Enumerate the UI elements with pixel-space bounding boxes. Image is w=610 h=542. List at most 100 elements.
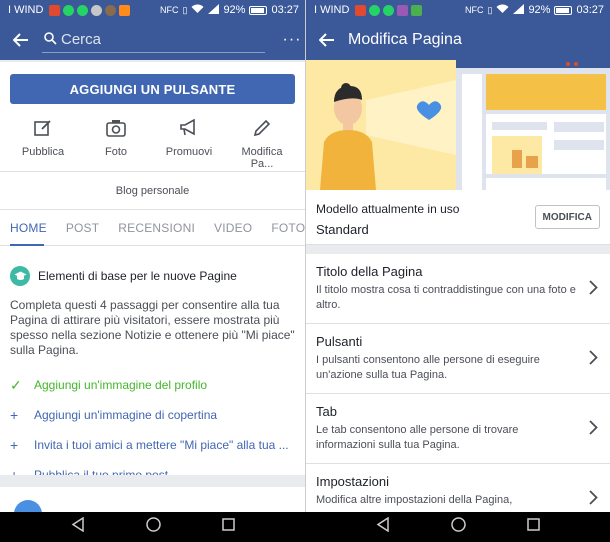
carrier-label: I WIND <box>8 4 44 16</box>
whatsapp-icon <box>383 4 395 16</box>
left-nav-buttons <box>0 512 305 542</box>
pencil-icon <box>229 116 295 140</box>
tab-home[interactable]: HOME <box>10 221 47 235</box>
whatsapp-icon <box>369 4 381 16</box>
search-icon <box>44 31 57 48</box>
nav-back-icon[interactable] <box>71 516 85 537</box>
back-arrow-icon[interactable] <box>306 20 348 60</box>
new-page-basics-card: Elementi di base per le nuove Pagine Com… <box>0 246 305 490</box>
avatar-notification-icon <box>105 4 117 16</box>
current-template: Modello attualmente in uso Standard MODI… <box>306 190 610 244</box>
app-notification-icon <box>355 4 367 16</box>
tab-reviews[interactable]: RECENSIONI <box>118 221 195 235</box>
tab-post[interactable]: POST <box>66 221 99 235</box>
setting-buttons[interactable]: Pulsanti I pulsanti consentono alle pers… <box>306 324 610 394</box>
back-arrow-icon[interactable] <box>0 20 42 60</box>
setting-title: Impostazioni <box>316 474 389 489</box>
chevron-right-icon <box>589 350 598 370</box>
battery-percent: 92% <box>528 4 551 16</box>
photo-action[interactable]: Foto <box>83 116 149 161</box>
page-category: Blog personale <box>0 172 305 210</box>
section-divider <box>306 244 610 254</box>
carrier-label: I WIND <box>314 4 350 16</box>
page-tabs: HOME POST RECENSIONI VIDEO FOTO <box>0 210 305 246</box>
promote-action[interactable]: Promuovi <box>156 116 222 161</box>
page-actions: Pubblica Foto Promuovi Modifica Pa... <box>0 112 305 172</box>
android-nav-bar <box>0 512 610 542</box>
setting-description: Modifica altre impostazioni della Pagina… <box>316 494 513 506</box>
nfc-icon: NFC <box>159 5 179 15</box>
wifi-icon <box>496 4 509 16</box>
publish-label: Pubblica <box>21 146 65 158</box>
setting-description: Le tab consentono alle persone di trovar… <box>316 424 519 451</box>
setting-description: Il titolo mostra cosa ti contraddistingu… <box>316 284 576 311</box>
publish-action[interactable]: Pubblica <box>10 116 76 161</box>
setting-title: Titolo della Pagina <box>316 264 423 279</box>
battery-percent: 92% <box>223 4 246 16</box>
wifi-icon <box>191 4 204 16</box>
step-invite-friends[interactable]: + Invita i tuoi amici a mettere "Mi piac… <box>10 430 295 460</box>
battery-icon <box>554 5 573 15</box>
search-input[interactable]: Cerca <box>42 27 265 53</box>
photo-label: Foto <box>104 146 127 158</box>
step-profile-picture[interactable]: ✓ Aggiungi un'immagine del profilo <box>10 370 295 400</box>
nav-home-icon[interactable] <box>145 517 161 537</box>
more-options-icon[interactable]: ··· <box>279 31 305 49</box>
battery-icon <box>249 5 268 15</box>
cta-section: AGGIUNGI UN PULSANTE <box>0 60 305 112</box>
setting-title: Pulsanti <box>316 334 363 349</box>
notification-icons <box>355 4 423 16</box>
setting-settings[interactable]: Impostazioni Modifica altre impostazioni… <box>306 464 610 512</box>
setting-tabs[interactable]: Tab Le tab consentono alle persone di tr… <box>306 394 610 464</box>
status-bar: I WIND NFC ▯ 92% 03:27 <box>0 0 305 20</box>
graduation-cap-icon <box>10 266 30 286</box>
notification-icons <box>49 4 131 16</box>
step-cover-photo[interactable]: + Aggiungi un'immagine di copertina <box>10 400 295 430</box>
edit-page-label: Modifica Pa... <box>241 146 283 170</box>
signal-icon <box>208 4 220 16</box>
step-label: Aggiungi un'immagine di copertina <box>34 408 218 422</box>
edit-template-button[interactable]: MODIFICA <box>534 205 600 229</box>
page-title: Modifica Pagina <box>348 31 462 48</box>
illustration-image <box>306 60 610 190</box>
app-notification-icon <box>49 4 61 16</box>
promote-label: Promuovi <box>165 146 213 158</box>
active-tab-indicator <box>10 244 44 246</box>
circle-icon <box>91 4 103 16</box>
nav-home-icon[interactable] <box>450 517 466 537</box>
card-header: Elementi di base per le nuove Pagine <box>10 266 295 286</box>
section-divider <box>0 475 305 487</box>
setting-description: I pulsanti consentono alle persone di es… <box>316 354 540 381</box>
template-illustration <box>306 60 610 190</box>
nav-recents-icon[interactable] <box>526 518 540 536</box>
tab-photos[interactable]: FOTO <box>271 221 305 235</box>
search-bar: Cerca ··· <box>0 20 305 60</box>
nav-recents-icon[interactable] <box>221 518 235 536</box>
card-description: Completa questi 4 passaggi per consentir… <box>10 298 295 357</box>
status-bar: I WIND NFC ▯ 92% 03:27 <box>306 0 610 20</box>
right-nav-buttons <box>305 512 610 542</box>
camera-icon <box>83 116 149 140</box>
setting-title: Tab <box>316 404 337 419</box>
add-button-cta[interactable]: AGGIUNGI UN PULSANTE <box>10 74 295 104</box>
step-label: Aggiungi un'immagine del profilo <box>34 378 208 392</box>
app-notification-icon <box>397 4 409 16</box>
chevron-right-icon <box>589 280 598 300</box>
nav-back-icon[interactable] <box>376 516 390 537</box>
whatsapp-icon <box>63 4 75 16</box>
avatar <box>14 500 42 512</box>
setting-page-title[interactable]: Titolo della Pagina Il titolo mostra cos… <box>306 254 610 324</box>
clock: 03:27 <box>271 4 299 16</box>
plus-icon: + <box>10 437 19 453</box>
tab-video[interactable]: VIDEO <box>214 221 252 235</box>
whatsapp-icon <box>77 4 89 16</box>
chevron-right-icon <box>589 490 598 510</box>
plus-icon: + <box>10 407 19 423</box>
clock: 03:27 <box>576 4 604 16</box>
card-title: Elementi di base per le nuove Pagine <box>38 269 237 283</box>
check-icon: ✓ <box>10 376 22 393</box>
right-screen: I WIND NFC ▯ 92% 03:27 Modifica Pagina M… <box>305 0 610 512</box>
edit-page-action[interactable]: Modifica Pa... <box>229 116 295 170</box>
megaphone-icon <box>156 116 222 140</box>
left-screen: I WIND NFC ▯ 92% 03:27 Cerca ··· AGGIUNG… <box>0 0 305 512</box>
